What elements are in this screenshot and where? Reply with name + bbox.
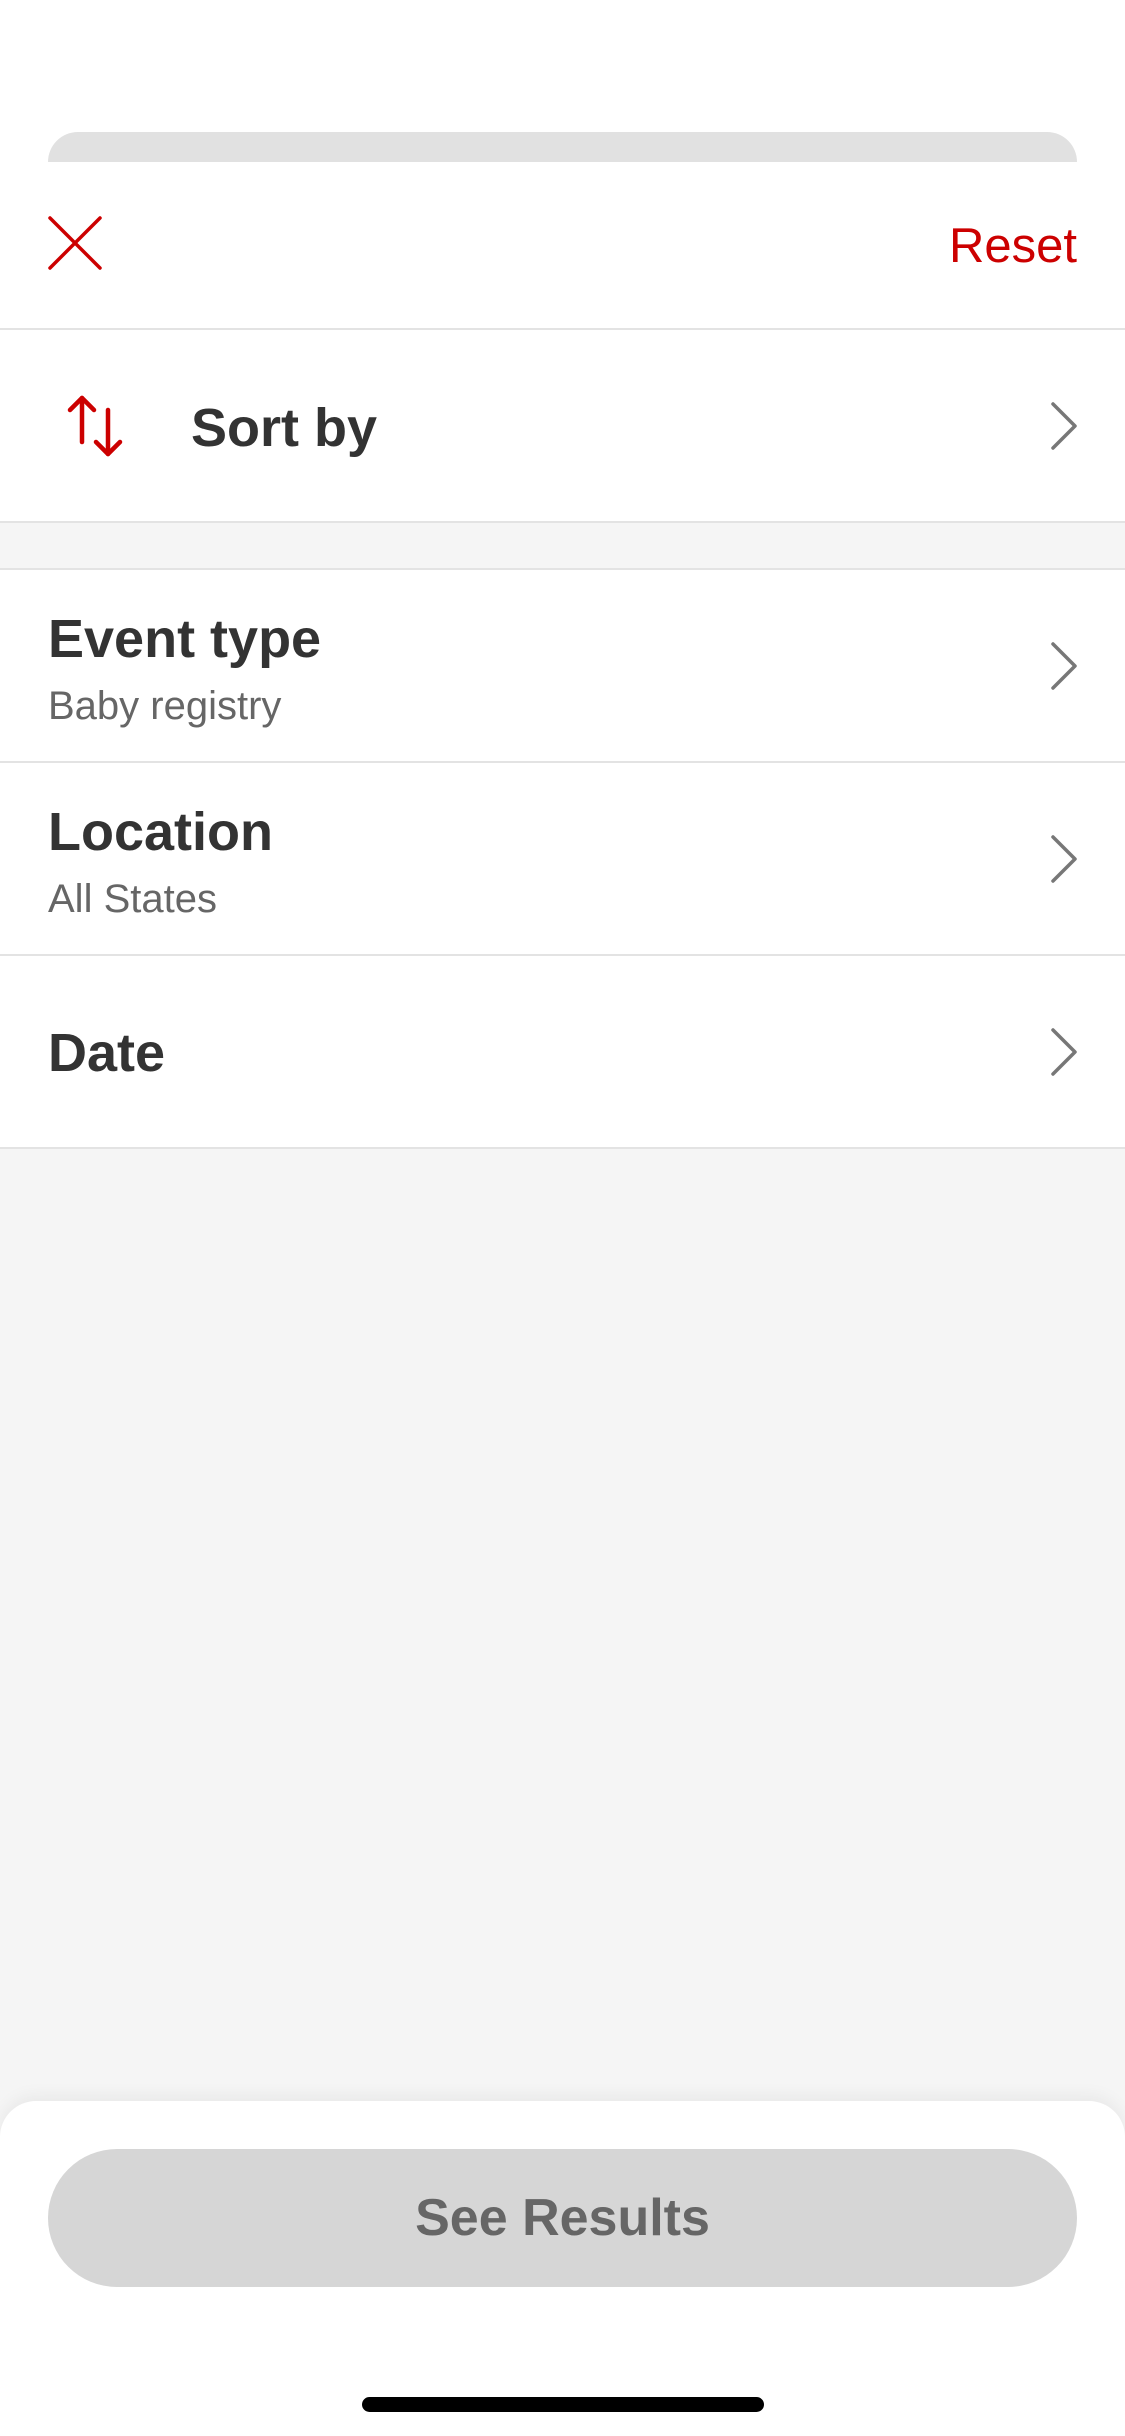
sort-by-label: Sort by — [191, 398, 378, 458]
location-value: All States — [48, 877, 217, 921]
filter-screen: Reset Sort by Event type Baby registry L… — [0, 0, 1125, 2436]
section-divider — [0, 523, 1125, 570]
chevron-right-icon — [1051, 835, 1077, 883]
chevron-right-icon — [1051, 402, 1077, 450]
results-footer: See Results — [0, 2101, 1125, 2436]
date-title: Date — [48, 1023, 166, 1083]
close-button[interactable] — [44, 212, 106, 274]
sort-arrows-icon — [67, 395, 123, 457]
chevron-right-icon — [1051, 642, 1077, 690]
location-title: Location — [48, 802, 273, 862]
see-results-button[interactable]: See Results — [48, 2149, 1077, 2287]
event-type-value: Baby registry — [48, 684, 282, 728]
home-indicator — [362, 2397, 764, 2412]
close-icon — [48, 216, 102, 270]
event-type-row[interactable]: Event type Baby registry — [0, 570, 1125, 763]
date-row[interactable]: Date — [0, 956, 1125, 1149]
location-row[interactable]: Location All States — [0, 763, 1125, 956]
sort-by-row[interactable]: Sort by — [0, 330, 1125, 523]
reset-button[interactable]: Reset — [949, 218, 1077, 274]
chevron-right-icon — [1051, 1028, 1077, 1076]
event-type-title: Event type — [48, 609, 322, 669]
